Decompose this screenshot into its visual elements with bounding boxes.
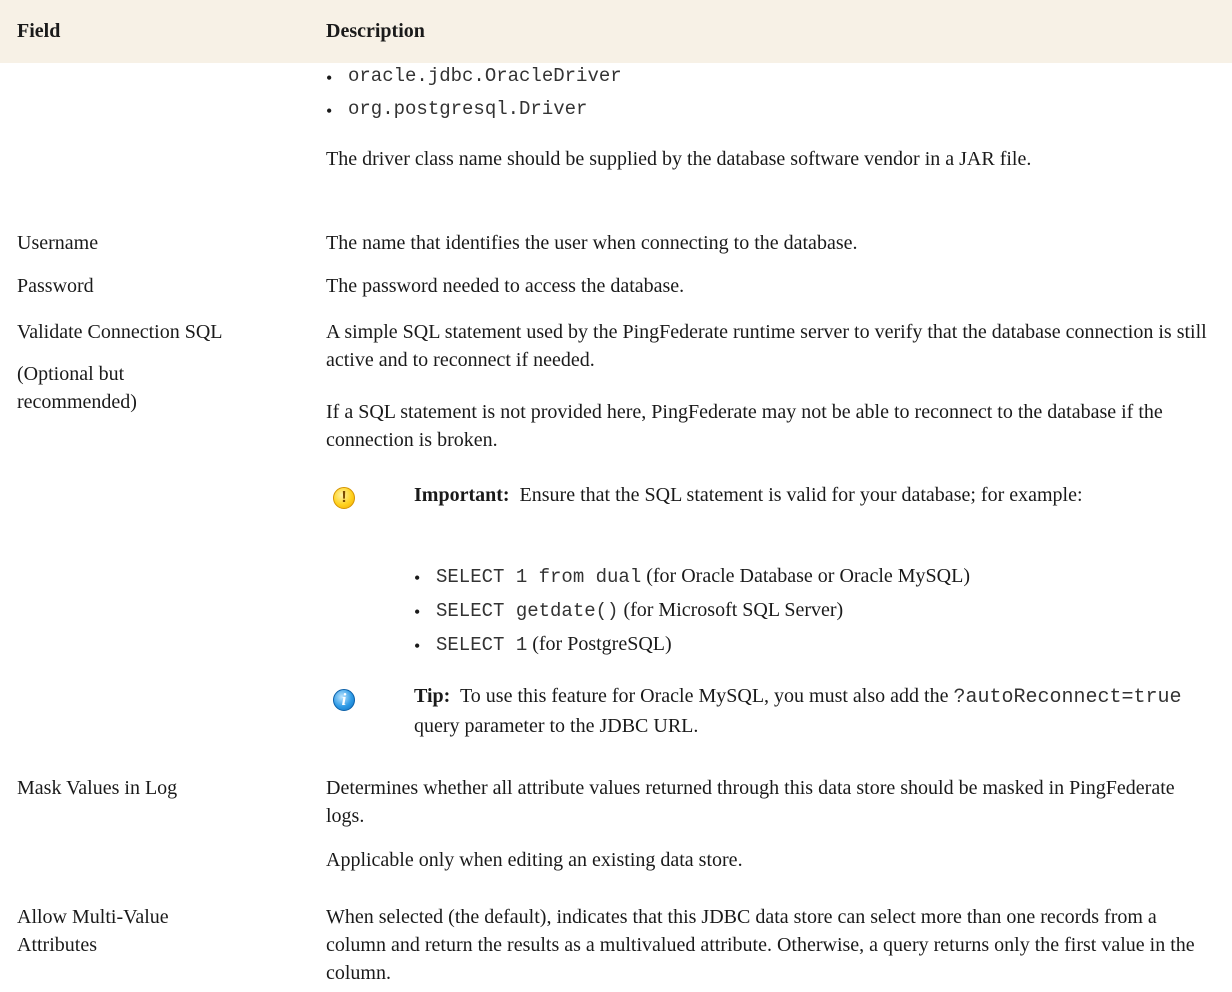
tip-text-end: query parameter to the JDBC URL. [414, 715, 699, 737]
field-mask-values: Mask Values in Log [17, 777, 178, 799]
sql-example-code: SELECT getdate() [436, 600, 619, 622]
table-header: Field Description [0, 0, 1232, 63]
tip-label: Tip: [414, 685, 451, 707]
sql-example-oracle: SELECT 1 from dual (for Oracle Database … [436, 562, 970, 591]
field-validate-sql-note: (Optional but recommended) [17, 363, 137, 413]
sql-example-note: (for PostgreSQL) [527, 633, 672, 655]
sql-example-code: SELECT 1 from dual [436, 566, 642, 588]
tip-code: ?autoReconnect=true [953, 686, 1182, 709]
field-validate-sql: Validate Connection SQL [17, 321, 223, 343]
password-description: The password needed to access the databa… [326, 275, 685, 297]
username-description: The name that identifies the user when c… [326, 232, 858, 254]
sql-example-code: SELECT 1 [436, 634, 528, 656]
bullet: • [414, 636, 421, 656]
mask-values-note: Applicable only when editing an existing… [326, 849, 743, 871]
sql-example-mssql: SELECT getdate() (for Microsoft SQL Serv… [436, 596, 843, 625]
important-note: Important: Ensure that the SQL statement… [414, 481, 1204, 509]
sql-example-note: (for Microsoft SQL Server) [618, 599, 844, 621]
header-description: Description [326, 20, 425, 42]
validate-sql-broken-note: If a SQL statement is not provided here,… [326, 401, 1163, 451]
important-label: Important: [414, 484, 510, 506]
driver-class-postgres: org.postgresql.Driver [348, 98, 588, 120]
driver-description: The driver class name should be supplied… [326, 148, 1032, 170]
sql-example-note: (for Oracle Database or Oracle MySQL) [641, 565, 970, 587]
info-icon [333, 686, 355, 714]
validate-sql-description: A simple SQL statement used by the PingF… [326, 321, 1207, 371]
bullet: • [326, 101, 333, 121]
tip-text: To use this feature for Oracle MySQL, yo… [459, 685, 949, 707]
field-username: Username [17, 232, 99, 254]
mask-values-description: Determines whether all attribute values … [326, 777, 1175, 827]
driver-class-oracle: oracle.jdbc.OracleDriver [348, 65, 622, 87]
field-password: Password [17, 275, 94, 297]
important-icon [333, 484, 355, 512]
bullet: • [414, 602, 421, 622]
multi-value-description: When selected (the default), indicates t… [326, 906, 1195, 984]
sql-example-postgres: SELECT 1 (for PostgreSQL) [436, 630, 672, 659]
header-field: Field [17, 20, 61, 42]
bullet: • [326, 68, 333, 88]
important-text: Ensure that the SQL statement is valid f… [519, 484, 1083, 506]
bullet: • [414, 568, 421, 588]
tip-note: Tip: To use this feature for Oracle MySQ… [414, 682, 1204, 740]
field-multi-value: Allow Multi-Value Attributes [17, 906, 169, 956]
